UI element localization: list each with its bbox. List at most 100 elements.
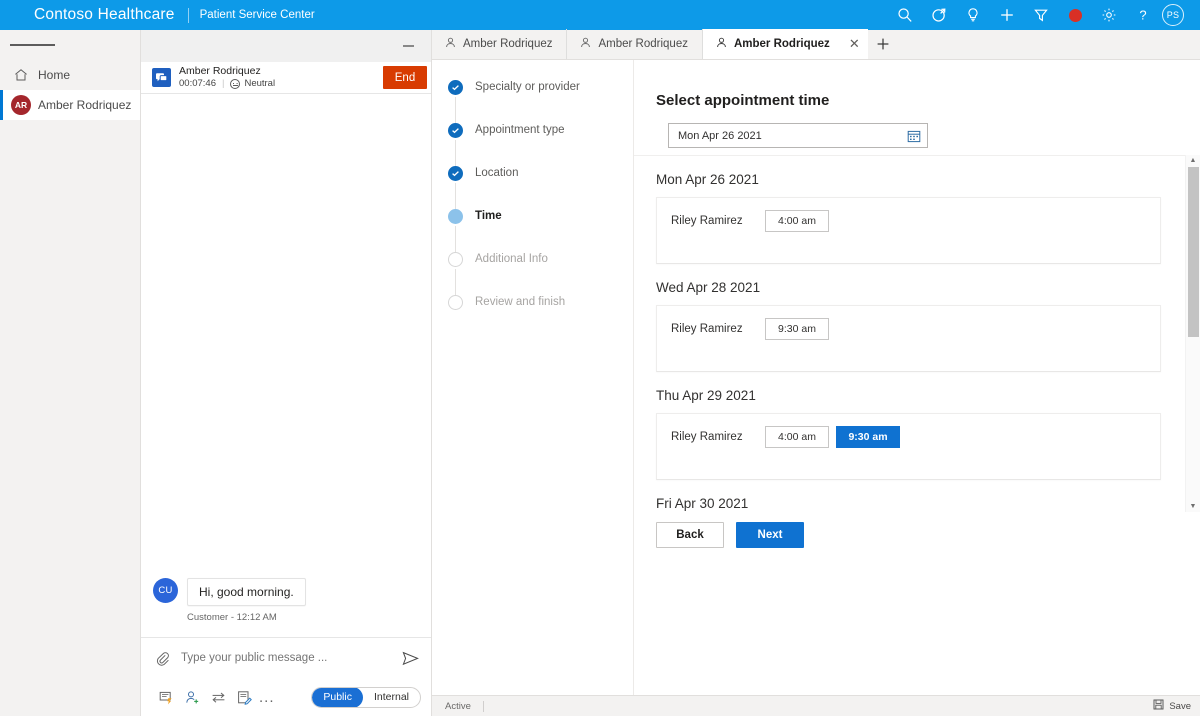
- day-heading: Wed Apr 28 2021: [656, 280, 761, 295]
- step-status-icon: [448, 80, 463, 95]
- conversation-divider: |: [221, 78, 225, 90]
- scrollbar-thumb[interactable]: [1188, 167, 1199, 337]
- wizard-step-specialty-or-provider[interactable]: Specialty or provider: [432, 80, 633, 123]
- wizard-step-review-and-finish[interactable]: Review and finish: [432, 295, 633, 338]
- filter-icon[interactable]: [1024, 0, 1058, 30]
- step-status-icon: [448, 295, 463, 310]
- conversation-panel-titlebar: [141, 30, 431, 62]
- scroll-down-icon[interactable]: ▼: [1186, 501, 1200, 512]
- minimize-bar: [402, 44, 414, 47]
- sidebar-item-home[interactable]: Home: [0, 60, 140, 90]
- hamburger-line: [10, 44, 25, 46]
- top-app-bar: Contoso Healthcare Patient Service Cente…: [0, 0, 1200, 30]
- time-slot-button-selected[interactable]: 9:30 am: [836, 426, 900, 448]
- save-button[interactable]: Save: [1153, 697, 1191, 715]
- day-heading: Mon Apr 26 2021: [656, 172, 759, 187]
- provider-name: Riley Ramirez: [671, 323, 743, 335]
- transfer-icon[interactable]: [205, 685, 231, 709]
- sidebar-item-amber-rodriquez[interactable]: AR Amber Rodriquez: [0, 90, 140, 120]
- conversation-substatus: 00:07:46 | Neutral: [179, 78, 383, 90]
- end-conversation-button[interactable]: End: [383, 66, 427, 89]
- record-state: Active: [445, 700, 471, 712]
- user-avatar[interactable]: PS: [1162, 4, 1184, 26]
- person-icon: [716, 37, 727, 51]
- provider-slot-card: Riley Ramirez 4:00 am: [656, 197, 1161, 264]
- scroll-up-icon[interactable]: ▲: [1186, 155, 1200, 166]
- step-status-icon: [448, 209, 463, 224]
- day-heading: Fri Apr 30 2021: [656, 496, 749, 511]
- time-slot-button[interactable]: 4:00 am: [765, 210, 829, 232]
- app-root: Contoso Healthcare Patient Service Cente…: [0, 0, 1200, 716]
- more-icon[interactable]: ...: [259, 690, 275, 705]
- step-status-icon: [448, 252, 463, 267]
- lightbulb-icon[interactable]: [956, 0, 990, 30]
- hamburger-line: [25, 44, 40, 46]
- person-icon: [445, 37, 456, 51]
- provider-slot-card: Riley Ramirez 4:00 am 9:30 am: [656, 413, 1161, 480]
- quick-replies-icon[interactable]: [153, 685, 179, 709]
- gear-icon[interactable]: [1092, 0, 1126, 30]
- vertical-scrollbar[interactable]: ▲ ▼: [1185, 155, 1200, 512]
- step-connector: [455, 140, 456, 166]
- minimize-icon[interactable]: [397, 36, 419, 56]
- status-bar: Active Save: [432, 695, 1200, 716]
- step-connector: [455, 183, 456, 209]
- close-icon[interactable]: ✕: [849, 36, 860, 52]
- toggle-option-internal[interactable]: Internal: [363, 688, 420, 707]
- message-input[interactable]: [181, 652, 399, 664]
- date-filter-field[interactable]: [668, 123, 928, 148]
- time-slot-button[interactable]: 4:00 am: [765, 426, 829, 448]
- hamburger-icon[interactable]: [0, 30, 140, 60]
- wizard-step-appointment-type[interactable]: Appointment type: [432, 123, 633, 166]
- appointment-slots-scroll-area[interactable]: Mon Apr 26 2021 Riley Ramirez 4:00 am We…: [634, 155, 1200, 512]
- appointment-day-group: Wed Apr 28 2021 Riley Ramirez 9:30 am: [656, 280, 1200, 372]
- composer-input-row: [141, 638, 431, 678]
- visibility-toggle[interactable]: Public Internal: [311, 686, 421, 708]
- paperclip-icon[interactable]: [153, 651, 171, 666]
- brand-divider: [187, 7, 189, 23]
- slot-list: 4:00 am: [765, 210, 829, 232]
- time-slot-button[interactable]: 9:30 am: [765, 318, 829, 340]
- date-input[interactable]: [678, 129, 906, 142]
- search-icon[interactable]: [888, 0, 922, 30]
- notes-icon[interactable]: [231, 685, 257, 709]
- wizard-step-additional-info[interactable]: Additional Info: [432, 252, 633, 295]
- message-body: Hi, good morning. Customer - 12:12 AM: [187, 578, 306, 623]
- toggle-option-public[interactable]: Public: [312, 687, 363, 707]
- record-icon[interactable]: [1058, 0, 1092, 30]
- slot-list: 4:00 am 9:30 am: [765, 426, 900, 448]
- save-label: Save: [1169, 700, 1191, 712]
- tab-strip: Amber Rodriquez Amber Rodriquez Amber Ro…: [432, 29, 1200, 60]
- wizard-step-location[interactable]: Location: [432, 166, 633, 209]
- next-button[interactable]: Next: [736, 522, 804, 548]
- tab-amber-rodriquez-3[interactable]: Amber Rodriquez ✕: [702, 29, 868, 59]
- step-status-icon: [448, 123, 463, 138]
- main-content: Specialty or provider Appointment type L…: [432, 60, 1200, 696]
- wizard-step-label: Location: [475, 167, 519, 179]
- tab-amber-rodriquez-1[interactable]: Amber Rodriquez: [432, 29, 568, 59]
- conversation-header: Amber Rodriquez 00:07:46 | Neutral End: [141, 62, 431, 94]
- tab-label: Amber Rodriquez: [733, 38, 830, 50]
- add-tab-icon[interactable]: [868, 29, 898, 59]
- calendar-icon[interactable]: [906, 129, 921, 143]
- wizard-step-label: Review and finish: [475, 296, 566, 308]
- wizard-step-label: Time: [475, 210, 502, 222]
- help-icon[interactable]: ?: [1126, 0, 1160, 30]
- tab-label: Amber Rodriquez: [598, 38, 688, 50]
- relevance-search-icon[interactable]: [922, 0, 956, 30]
- day-heading: Thu Apr 29 2021: [656, 388, 756, 403]
- tab-amber-rodriquez-2[interactable]: Amber Rodriquez: [567, 29, 703, 59]
- home-icon: [12, 68, 29, 82]
- app-brand: Contoso Healthcare: [34, 6, 175, 23]
- consult-icon[interactable]: [179, 685, 205, 709]
- back-button[interactable]: Back: [656, 522, 724, 548]
- send-icon[interactable]: [399, 651, 421, 666]
- add-icon[interactable]: [990, 0, 1024, 30]
- appointment-day-group: Fri Apr 30 2021 Riley Ramirez 9:30 am: [656, 496, 1200, 512]
- page-title: Select appointment time: [656, 92, 830, 109]
- wizard-step-time[interactable]: Time: [432, 209, 633, 252]
- appointment-time-pane: Select appointment time Mon Apr 26 2021 …: [634, 60, 1200, 696]
- person-icon: [580, 37, 591, 51]
- provider-name: Riley Ramirez: [671, 215, 743, 227]
- save-icon: [1153, 697, 1164, 715]
